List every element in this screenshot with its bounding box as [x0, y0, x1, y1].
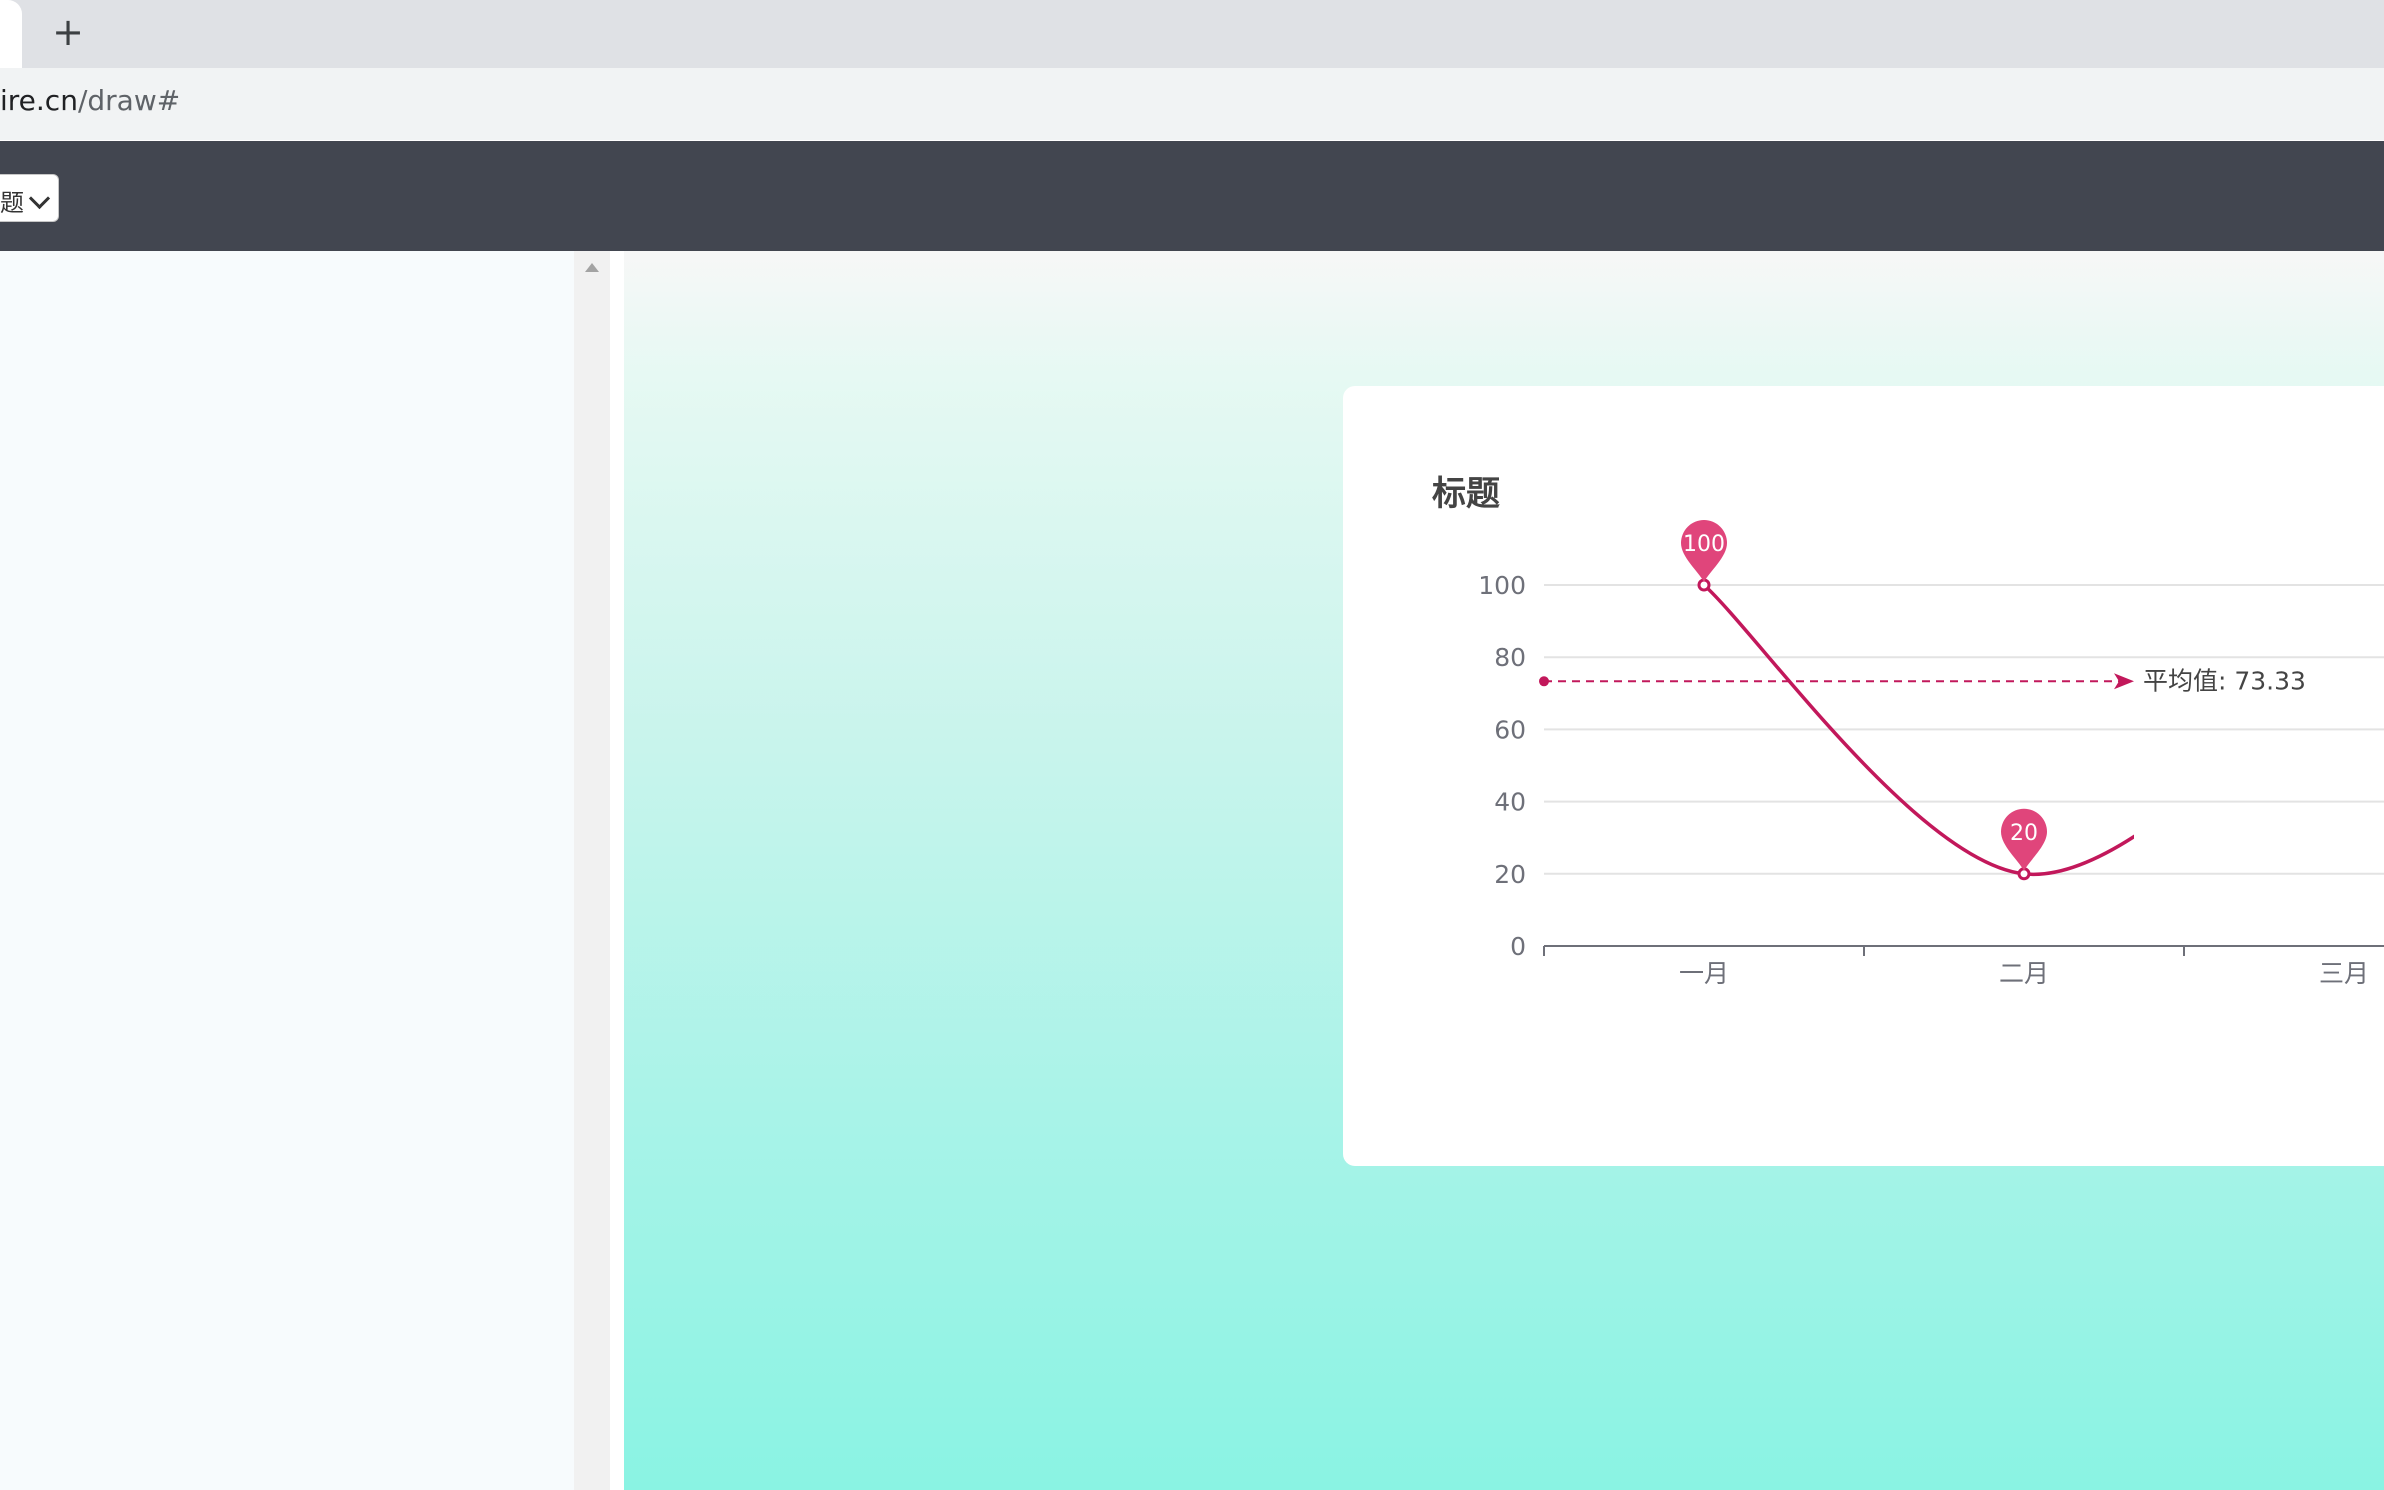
- x-tick-label: 一月: [1679, 959, 1729, 988]
- line-chart[interactable]: 0 20 40 60 80 100 一月 二月 三月 平均值: 73.33 100 20: [0, 0, 2384, 1490]
- y-tick-label: 100: [1478, 571, 1526, 600]
- y-tick-label: 60: [1494, 715, 1526, 744]
- mark-line-arrow: [2114, 673, 2134, 690]
- average-label: 平均值: 73.33: [2143, 666, 2306, 695]
- mark-point-label: 100: [1683, 532, 1725, 557]
- y-tick-label: 40: [1494, 788, 1526, 817]
- y-tick-label: 20: [1494, 860, 1526, 889]
- y-tick-label: 0: [1510, 932, 1526, 961]
- y-tick-label: 80: [1494, 643, 1526, 672]
- x-tick-label: 二月: [1999, 959, 2049, 988]
- x-tick-label: 三月: [2319, 959, 2369, 988]
- mark-point-label: 20: [2010, 821, 2038, 846]
